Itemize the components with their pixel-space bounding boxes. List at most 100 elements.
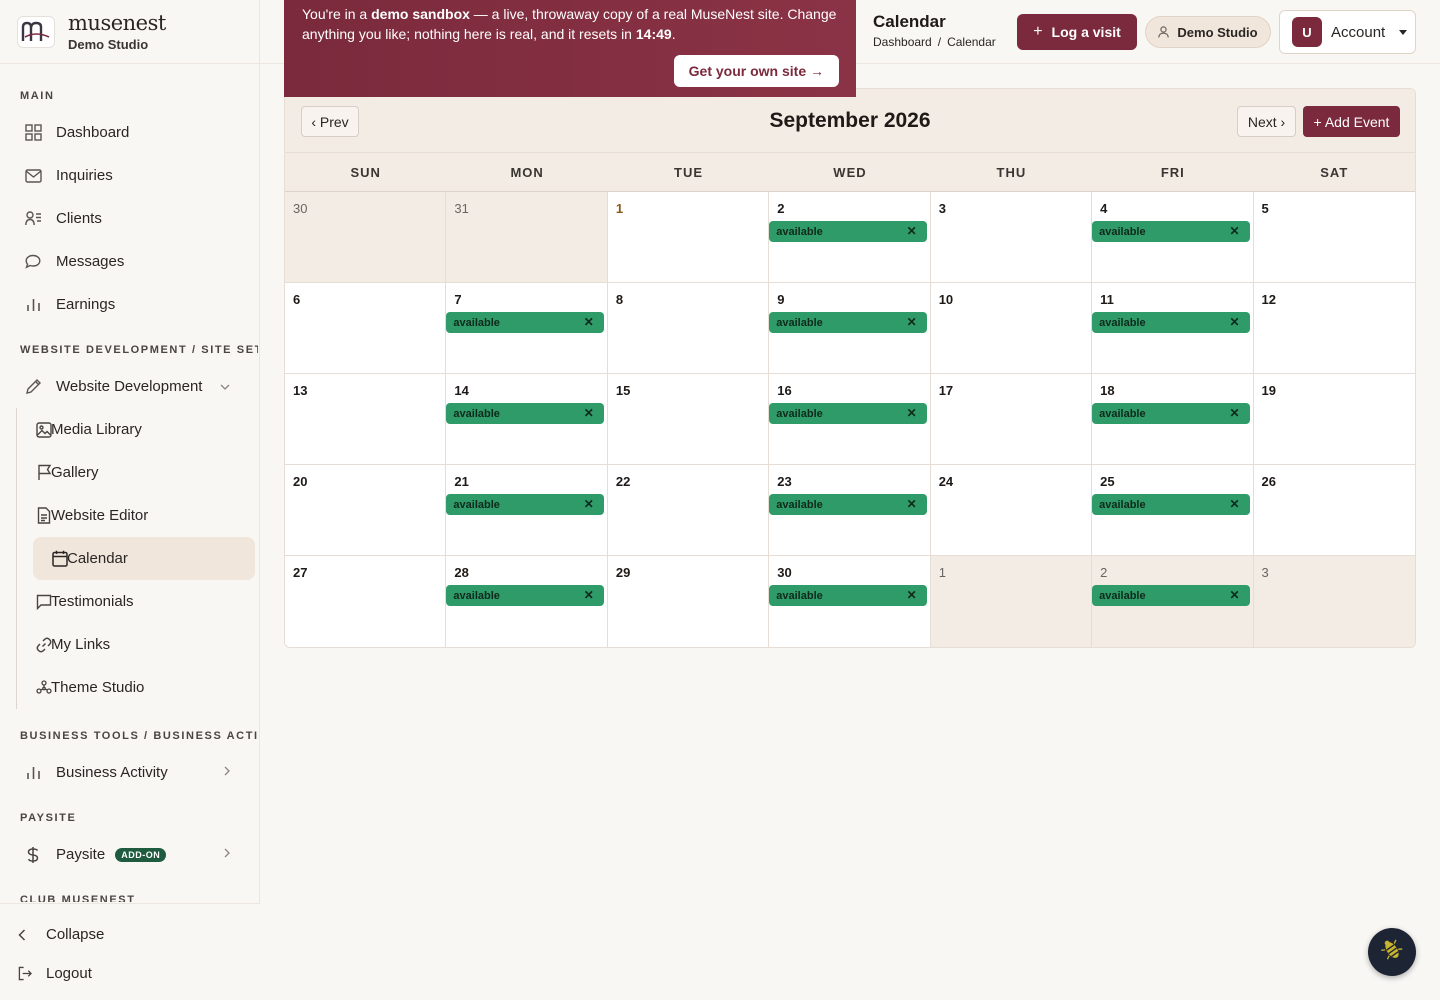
event-label: available <box>453 498 500 511</box>
day-number: 21 <box>454 474 469 489</box>
availability-event[interactable]: available ✕ <box>769 221 927 242</box>
calendar-day[interactable]: 9 available ✕ <box>769 283 931 373</box>
weekday-label: SAT <box>1320 165 1349 180</box>
calendar-day[interactable]: 7 available ✕ <box>446 283 608 373</box>
get-own-site-button[interactable]: Get your own site → <box>673 55 839 87</box>
calendar-day[interactable]: 17 <box>930 374 1093 464</box>
sidebar-item-gallery[interactable]: Gallery <box>17 451 256 494</box>
image-icon <box>35 421 53 439</box>
calendar-day[interactable]: 4 available ✕ <box>1092 192 1254 282</box>
availability-event[interactable]: available ✕ <box>1092 221 1250 242</box>
sidebar-item-messages[interactable]: Messages <box>0 240 260 283</box>
day-number: 3 <box>1261 565 1269 580</box>
event-label: available <box>1099 316 1146 329</box>
calendar-day[interactable]: 13 <box>285 374 447 464</box>
add-event-button[interactable]: + Add Event <box>1303 106 1400 137</box>
remove-event-icon[interactable]: ✕ <box>907 497 917 511</box>
account-menu[interactable]: U Account <box>1279 10 1416 54</box>
availability-event[interactable]: available ✕ <box>769 494 927 515</box>
calendar-day-outside-month[interactable]: 31 <box>446 192 608 282</box>
calendar-day-outside-month[interactable]: 3 <box>1253 556 1415 647</box>
sidebar-item-clients[interactable]: Clients <box>0 197 260 240</box>
sidebar-item-inquiries[interactable]: Inquiries <box>0 154 260 197</box>
studio-switcher[interactable]: Demo Studio <box>1145 16 1271 48</box>
remove-event-icon[interactable]: ✕ <box>584 406 594 420</box>
calendar-day[interactable]: 23 available ✕ <box>769 465 931 555</box>
availability-event[interactable]: available ✕ <box>1092 585 1250 606</box>
calendar-day[interactable]: 28 available ✕ <box>446 556 608 647</box>
brand[interactable]: musenest Demo Studio <box>0 0 259 64</box>
sidebar-item-website-editor[interactable]: Website Editor <box>17 494 256 537</box>
calendar-day[interactable]: 16 available ✕ <box>769 374 931 464</box>
next-month-button[interactable]: Next › <box>1237 106 1296 137</box>
remove-event-icon[interactable]: ✕ <box>1229 588 1239 602</box>
calendar-day[interactable]: 10 <box>930 283 1093 373</box>
sidebar-item-earnings[interactable]: Earnings <box>0 283 260 326</box>
remove-event-icon[interactable]: ✕ <box>1229 224 1239 238</box>
remove-event-icon[interactable]: ✕ <box>907 588 917 602</box>
sidebar-item-dashboard[interactable]: Dashboard <box>0 111 260 154</box>
remove-event-icon[interactable]: ✕ <box>1229 315 1239 329</box>
availability-event[interactable]: available ✕ <box>769 403 927 424</box>
sidebar-item-calendar[interactable]: Calendar <box>33 537 255 580</box>
calendar-day[interactable]: 26 <box>1253 465 1415 555</box>
remove-event-icon[interactable]: ✕ <box>584 588 594 602</box>
remove-event-icon[interactable]: ✕ <box>1229 406 1239 420</box>
log-visit-button[interactable]: + Log a visit <box>1017 14 1137 50</box>
availability-event[interactable]: available ✕ <box>1092 403 1250 424</box>
remove-event-icon[interactable]: ✕ <box>907 406 917 420</box>
sidebar-item-testimonials[interactable]: Testimonials <box>17 580 256 623</box>
availability-event[interactable]: available ✕ <box>769 585 927 606</box>
calendar-day[interactable]: 19 <box>1253 374 1415 464</box>
remove-event-icon[interactable]: ✕ <box>584 497 594 511</box>
remove-event-icon[interactable]: ✕ <box>907 315 917 329</box>
calendar-day[interactable]: 15 <box>607 374 770 464</box>
calendar-day-today[interactable]: 1 <box>607 192 770 282</box>
calendar-day[interactable]: 24 <box>930 465 1093 555</box>
calendar-day[interactable]: 27 <box>285 556 447 647</box>
calendar-day[interactable]: 6 <box>285 283 447 373</box>
collapse-button[interactable]: Collapse <box>0 915 260 954</box>
calendar-day-outside-month[interactable]: 30 <box>285 192 447 282</box>
calendar-day[interactable]: 20 <box>285 465 447 555</box>
availability-event[interactable]: available ✕ <box>1092 494 1250 515</box>
bar-chart-icon <box>24 296 42 314</box>
sidebar-item-my-links[interactable]: My Links <box>17 623 256 666</box>
availability-event[interactable]: available ✕ <box>446 312 604 333</box>
remove-event-icon[interactable]: ✕ <box>907 224 917 238</box>
calendar-day[interactable]: 2 available ✕ <box>769 192 931 282</box>
calendar-day[interactable]: 21 available ✕ <box>446 465 608 555</box>
sidebar-item-label: Messages <box>56 253 125 270</box>
logout-button[interactable]: Logout <box>0 954 260 993</box>
calendar-day[interactable]: 25 available ✕ <box>1092 465 1254 555</box>
calendar-day[interactable]: 3 <box>930 192 1093 282</box>
calendar-day[interactable]: 8 <box>607 283 770 373</box>
remove-event-icon[interactable]: ✕ <box>584 315 594 329</box>
day-number: 14 <box>454 383 469 398</box>
availability-event[interactable]: available ✕ <box>446 585 604 606</box>
calendar-day[interactable]: 5 <box>1253 192 1415 282</box>
calendar-day[interactable]: 14 available ✕ <box>446 374 608 464</box>
calendar-day[interactable]: 30 available ✕ <box>769 556 931 647</box>
sidebar-item-website-development[interactable]: Website Development <box>0 365 260 408</box>
availability-event[interactable]: available ✕ <box>446 403 604 424</box>
calendar-day[interactable]: 29 <box>607 556 770 647</box>
sidebar-item-theme-studio[interactable]: Theme Studio <box>17 666 256 709</box>
calendar-day-outside-month[interactable]: 1 <box>930 556 1093 647</box>
day-number: 6 <box>293 292 301 307</box>
sidebar-item-media-library[interactable]: Media Library <box>17 408 256 451</box>
remove-event-icon[interactable]: ✕ <box>1229 497 1239 511</box>
calendar-day-outside-month[interactable]: 2 available ✕ <box>1092 556 1254 647</box>
calendar-day[interactable]: 12 <box>1253 283 1415 373</box>
calendar-day[interactable]: 22 <box>607 465 770 555</box>
availability-event[interactable]: available ✕ <box>446 494 604 515</box>
help-chat-button[interactable] <box>1368 928 1416 976</box>
sidebar-item-business-activity[interactable]: Business Activity <box>0 751 260 794</box>
sidebar-item-paysite[interactable]: Paysite ADD-ON <box>0 833 260 876</box>
availability-event[interactable]: available ✕ <box>769 312 927 333</box>
calendar-day[interactable]: 18 available ✕ <box>1092 374 1254 464</box>
availability-event[interactable]: available ✕ <box>1092 312 1250 333</box>
breadcrumb-dashboard[interactable]: Dashboard <box>873 35 932 49</box>
brand-subtitle: Demo Studio <box>68 36 149 52</box>
calendar-day[interactable]: 11 available ✕ <box>1092 283 1254 373</box>
